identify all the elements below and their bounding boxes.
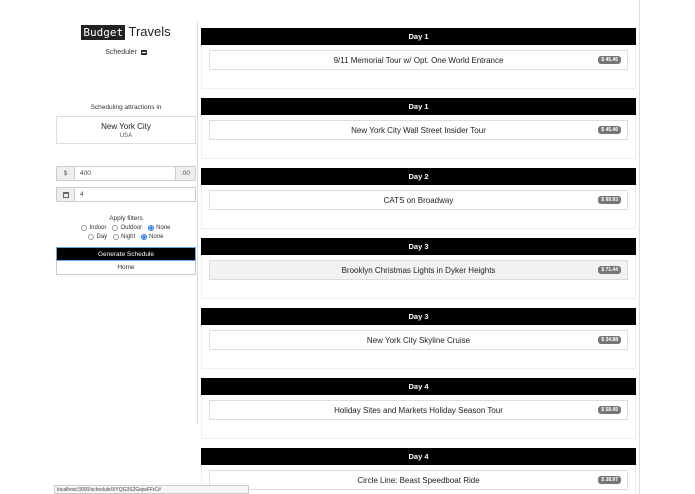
schedule-card: Day 2 CATS on Broadway $ 99.93	[201, 168, 636, 238]
radio-indoor[interactable]: Indoor	[81, 225, 106, 231]
attraction-name: Circle Line: Beast Speedboat Ride	[357, 475, 480, 485]
radio-dot-checked	[141, 234, 148, 240]
radio-label: Indoor	[89, 225, 107, 231]
brand-text: Travels	[128, 24, 171, 39]
city-country: USA	[119, 133, 133, 139]
schedule-list: Day 1 9/11 Memorial Tour w/ Opt. One Wor…	[201, 28, 636, 494]
price-badge: $ 71.44	[598, 266, 621, 274]
attraction-item[interactable]: Holiday Sites and Markets Holiday Season…	[209, 400, 628, 420]
radio-time-none[interactable]: None	[141, 234, 164, 240]
radio-night[interactable]: Night	[113, 234, 135, 240]
scheduling-label: Scheduling attractions in	[90, 104, 162, 111]
attraction-name: Brooklyn Christmas Lights in Dyker Heigh…	[341, 265, 496, 275]
radio-label: None	[149, 234, 164, 240]
subtitle-text: Scheduler	[105, 49, 137, 56]
brand-box: Budget	[81, 25, 126, 40]
price-badge: $ 34.88	[598, 336, 621, 344]
radio-dot	[88, 234, 95, 240]
schedule-card: Day 4 Circle Line: Beast Speedboat Ride …	[201, 448, 636, 494]
schedule-card: Day 1 9/11 Memorial Tour w/ Opt. One Wor…	[201, 28, 636, 98]
filter-row-location: Indoor Outdoor None	[56, 225, 196, 231]
schedule-card: Day 1 New York City Wall Street Insider …	[201, 98, 636, 168]
page-subtitle: Scheduler	[56, 49, 196, 56]
attraction-name: CATS on Broadway	[383, 195, 454, 205]
schedule-card: Day 3 New York City Skyline Cruise $ 34.…	[201, 308, 636, 378]
radio-day[interactable]: Day	[88, 234, 107, 240]
budget-input[interactable]: 400	[75, 167, 175, 180]
page-edge	[639, 0, 640, 494]
radio-dot	[81, 225, 88, 231]
radio-label: Day	[96, 234, 108, 240]
day-body: 9/11 Memorial Tour w/ Opt. One World Ent…	[201, 45, 636, 89]
day-header: Day 1	[201, 98, 636, 115]
currency-addon: $	[57, 167, 75, 180]
attraction-item[interactable]: Circle Line: Beast Speedboat Ride $ 38.9…	[209, 470, 628, 490]
page: Budget Travels Scheduler Scheduling attr…	[0, 0, 695, 494]
day-body: Circle Line: Beast Speedboat Ride $ 38.9…	[201, 465, 636, 494]
generate-schedule-button[interactable]: Generate Schedule	[56, 247, 196, 261]
attraction-item[interactable]: 9/11 Memorial Tour w/ Opt. One World Ent…	[209, 50, 628, 70]
attraction-item[interactable]: Brooklyn Christmas Lights in Dyker Heigh…	[209, 260, 628, 280]
budget-input-group: $ 400 .00	[56, 166, 196, 181]
radio-dot-checked	[148, 225, 155, 231]
day-header: Day 3	[201, 308, 636, 325]
radio-dot	[112, 225, 119, 231]
attraction-name: New York City Wall Street Insider Tour	[351, 125, 486, 135]
radio-label: None	[156, 225, 171, 231]
list-icon	[140, 50, 147, 55]
days-input-group: 4	[56, 187, 196, 202]
radio-location-none[interactable]: None	[148, 225, 171, 231]
attraction-item[interactable]: New York City Skyline Cruise $ 34.88	[209, 330, 628, 350]
price-badge: $ 45.46	[598, 126, 621, 134]
price-badge: $ 38.97	[598, 476, 621, 484]
price-badge: $ 58.45	[598, 406, 621, 414]
day-header: Day 4	[201, 448, 636, 465]
browser-status-bar: localhost:3000/schedule/XYQG3S2GejwFFrC#	[54, 485, 249, 494]
filters-label: Apply filters	[109, 215, 143, 222]
attraction-name: 9/11 Memorial Tour w/ Opt. One World Ent…	[333, 55, 504, 65]
brand-logo[interactable]: Budget Travels	[56, 22, 196, 42]
price-badge: $ 45.46	[598, 56, 621, 64]
schedule-card: Day 4 Holiday Sites and Markets Holiday …	[201, 378, 636, 448]
attraction-name: New York City Skyline Cruise	[366, 335, 471, 345]
day-body: New York City Wall Street Insider Tour $…	[201, 115, 636, 159]
city-card: New York City USA	[56, 116, 196, 144]
attraction-item[interactable]: New York City Wall Street Insider Tour $…	[209, 120, 628, 140]
days-input[interactable]: 4	[75, 188, 195, 201]
radio-label: Night	[121, 234, 136, 240]
day-header: Day 1	[201, 28, 636, 45]
sidebar-divider	[197, 22, 198, 424]
radio-dot	[113, 234, 120, 240]
filter-row-time: Day Night None	[56, 234, 196, 240]
day-body: New York City Skyline Cruise $ 34.88	[201, 325, 636, 369]
day-header: Day 2	[201, 168, 636, 185]
home-button[interactable]: Home	[56, 261, 196, 275]
attraction-item[interactable]: CATS on Broadway $ 99.93	[209, 190, 628, 210]
day-body: CATS on Broadway $ 99.93	[201, 185, 636, 229]
price-badge: $ 99.93	[598, 196, 621, 204]
calendar-addon	[57, 188, 75, 201]
radio-label: Outdoor	[120, 225, 143, 231]
calendar-icon	[62, 191, 69, 198]
day-header: Day 3	[201, 238, 636, 255]
day-body: Brooklyn Christmas Lights in Dyker Heigh…	[201, 255, 636, 299]
day-body: Holiday Sites and Markets Holiday Season…	[201, 395, 636, 439]
day-header: Day 4	[201, 378, 636, 395]
schedule-card: Day 3 Brooklyn Christmas Lights in Dyker…	[201, 238, 636, 308]
attraction-name: Holiday Sites and Markets Holiday Season…	[334, 405, 503, 415]
cents-addon: .00	[175, 167, 195, 180]
city-name: New York City	[101, 122, 151, 131]
sidebar: Budget Travels Scheduler Scheduling attr…	[56, 22, 196, 275]
radio-outdoor[interactable]: Outdoor	[112, 225, 142, 231]
